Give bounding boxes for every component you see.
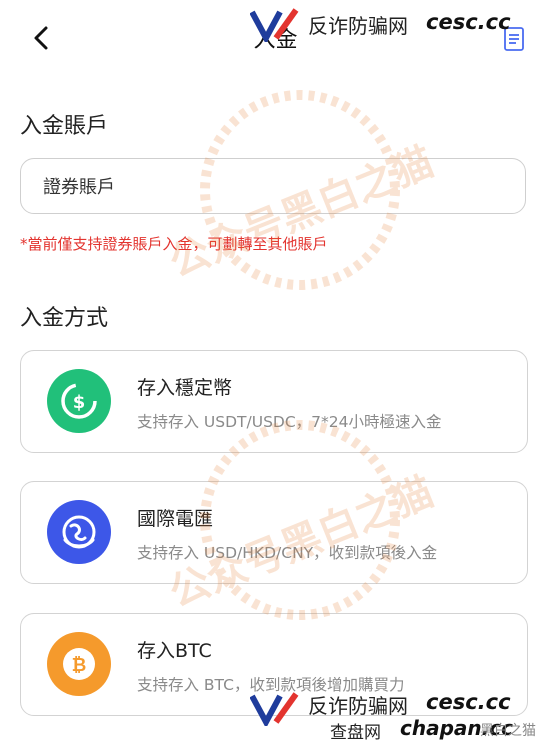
bitcoin-icon: ₿ (47, 632, 111, 696)
method-title: 存入穩定幣 (137, 377, 233, 399)
account-notice: *當前僅支持證券賬戶入金，可劃轉至其他賬戶 (20, 235, 328, 253)
deposit-account-value: 證券賬戶 (43, 177, 115, 198)
watermark-logo-cn2: 查盘网 (330, 723, 381, 743)
method-description: 支持存入 USD/HKD/CNY，收到款項後入金 (137, 544, 438, 562)
method-card-stablecoin[interactable]: $ 存入穩定幣 支持存入 USDT/USDC，7*24小時極速入金 (20, 350, 528, 453)
method-title: 存入BTC (137, 640, 212, 662)
top-bar: 入金 (0, 0, 551, 78)
page-title: 入金 (253, 28, 298, 53)
document-list-icon (504, 27, 524, 51)
method-title: 國際電匯 (137, 508, 214, 530)
method-description: 支持存入 USDT/USDC，7*24小時極速入金 (137, 413, 442, 431)
svg-text:₿: ₿ (72, 655, 87, 676)
stablecoin-dollar-icon: $ (47, 369, 111, 433)
records-button[interactable] (503, 26, 525, 52)
deposit-account-field[interactable]: 證券賬戶 (20, 158, 526, 214)
method-section-title: 入金方式 (20, 306, 109, 331)
method-card-btc[interactable]: ₿ 存入BTC 支持存入 BTC，收到款項後增加購買力 (20, 613, 528, 716)
watermark-logo-stamp: 黑白之猫 (480, 723, 536, 739)
method-description: 支持存入 BTC，收到款項後增加購買力 (137, 676, 405, 694)
method-card-wire-transfer[interactable]: 國際電匯 支持存入 USD/HKD/CNY，收到款項後入金 (20, 481, 528, 584)
svg-text:$: $ (73, 392, 86, 413)
globe-transfer-icon (47, 500, 111, 564)
watermark-logo-domain2: chapan.cc (400, 716, 513, 740)
account-section-title: 入金賬戶 (20, 114, 109, 139)
